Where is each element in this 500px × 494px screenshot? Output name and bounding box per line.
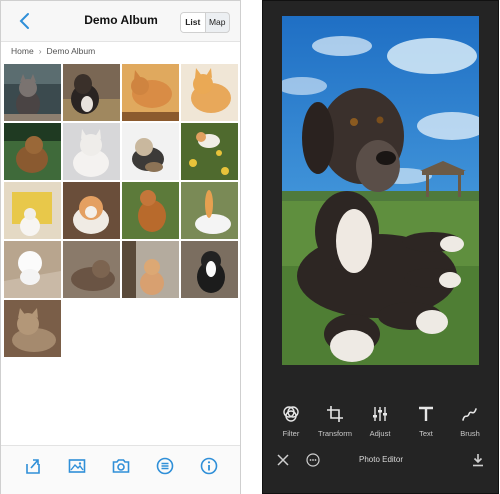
breadcrumb: Home › Demo Album [11, 46, 95, 56]
photo-thumbnail[interactable] [63, 241, 120, 298]
text-icon [419, 406, 433, 421]
tool-brush[interactable]: Brush [448, 401, 492, 438]
editing-photo[interactable] [282, 16, 479, 365]
tool-label: Filter [282, 429, 300, 438]
photo-thumbnail[interactable] [63, 123, 120, 180]
share-icon[interactable] [23, 456, 43, 476]
tool-label: Text [419, 429, 433, 438]
photo-thumbnail[interactable] [181, 64, 238, 121]
photo-editor-screen: Filter Transform Adjust Text Brush Photo… [262, 0, 499, 494]
editor-title: Photo Editor [358, 455, 404, 464]
photo-thumbnail[interactable] [181, 182, 238, 239]
tool-label: Adjust [369, 429, 391, 438]
photo-thumbnail[interactable] [63, 182, 120, 239]
toggle-map[interactable]: Map [206, 13, 230, 32]
back-chevron-icon[interactable] [15, 11, 35, 31]
download-icon[interactable] [471, 453, 485, 467]
editor-tools: Filter Transform Adjust Text Brush [263, 401, 498, 443]
photo-thumbnail[interactable] [63, 64, 120, 121]
toggle-list[interactable]: List [181, 13, 206, 32]
camera-icon[interactable] [111, 456, 131, 476]
crop-icon [327, 406, 343, 422]
photo-thumbnail[interactable] [122, 241, 179, 298]
bottom-toolbar [1, 445, 240, 494]
photo-thumbnail[interactable] [122, 182, 179, 239]
view-toggle[interactable]: List Map [180, 12, 230, 33]
photo-thumbnail[interactable] [4, 64, 61, 121]
tool-adjust[interactable]: Adjust [358, 401, 402, 438]
breadcrumb-current: Demo Album [46, 46, 96, 56]
photo-thumbnail[interactable] [181, 123, 238, 180]
photo-thumbnail[interactable] [4, 300, 61, 357]
photo-thumbnail[interactable] [4, 182, 61, 239]
editor-bottom-bar: Photo Editor [263, 447, 498, 477]
brush-icon [462, 408, 477, 421]
more-options-icon[interactable] [306, 453, 320, 467]
tool-label: Transform [318, 429, 352, 438]
close-icon[interactable] [277, 454, 289, 466]
tool-label: Brush [460, 429, 480, 438]
tool-text[interactable]: Text [404, 401, 448, 438]
filter-icon [283, 406, 299, 422]
album-screen: Demo Album List Map Home › Demo Album [0, 0, 241, 494]
page-title: Demo Album [84, 13, 158, 27]
menu-icon[interactable] [155, 456, 175, 476]
sliders-icon [373, 407, 387, 421]
photo-icon[interactable] [67, 456, 87, 476]
info-icon[interactable] [199, 456, 219, 476]
breadcrumb-home[interactable]: Home [11, 46, 34, 56]
navigation-bar: Demo Album List Map [1, 1, 240, 42]
photo-thumbnail[interactable] [122, 64, 179, 121]
tool-transform[interactable]: Transform [313, 401, 357, 438]
photo-thumbnail[interactable] [122, 123, 179, 180]
tool-filter[interactable]: Filter [269, 401, 313, 438]
photo-thumbnail[interactable] [181, 241, 238, 298]
breadcrumb-separator: › [38, 46, 42, 56]
photo-thumbnail[interactable] [4, 241, 61, 298]
photo-thumbnail[interactable] [4, 123, 61, 180]
